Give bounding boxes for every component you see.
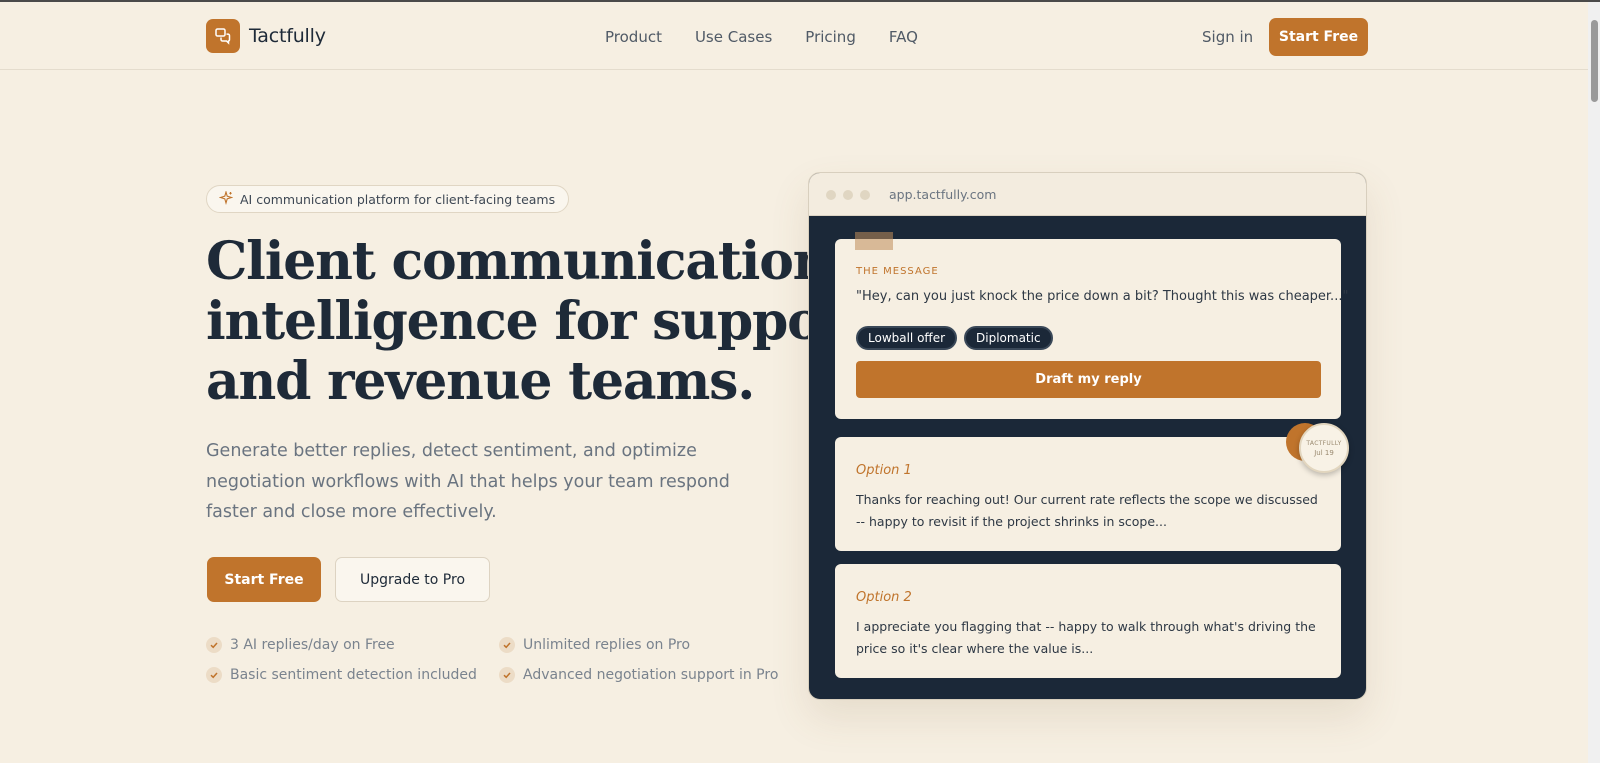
nav-links: Product Use Cases Pricing FAQ <box>605 28 918 46</box>
app-preview-window: app.tactfully.com THE MESSAGE "Hey, can … <box>808 172 1367 700</box>
window-dot <box>826 190 836 200</box>
headline-line-1: Client communication <box>206 231 830 292</box>
message-tags: Lowball offer Diplomatic <box>856 326 1053 350</box>
brand-name: Tactfully <box>249 25 326 47</box>
nav-start-free-button[interactable]: Start Free <box>1269 18 1368 56</box>
feature-text: Unlimited replies on Pro <box>523 637 691 653</box>
tag-lowball-offer[interactable]: Lowball offer <box>856 326 958 350</box>
stamp-brand: TACTFULLY <box>1306 439 1342 447</box>
reply-option-card[interactable]: Option 2 I appreciate you flagging that … <box>835 564 1341 678</box>
stamp-date: Jul 19 <box>1314 448 1334 457</box>
upgrade-to-pro-button[interactable]: Upgrade to Pro <box>335 557 490 602</box>
feature-text: 3 AI replies/day on Free <box>230 637 395 653</box>
window-dot <box>860 190 870 200</box>
nav-link-use-cases[interactable]: Use Cases <box>695 28 772 46</box>
headline-line-3: and revenue teams. <box>206 351 755 412</box>
feature-item: 3 AI replies/day on Free <box>206 637 395 653</box>
headline-line-2: intelligence for support <box>206 291 871 352</box>
nav-link-faq[interactable]: FAQ <box>889 28 918 46</box>
hero-badge-text: AI communication platform for client-fac… <box>240 191 556 207</box>
message-card: THE MESSAGE "Hey, can you just knock the… <box>835 232 1348 419</box>
nav-link-pricing[interactable]: Pricing <box>805 28 856 46</box>
check-icon <box>499 667 515 683</box>
sparkles-icon <box>218 189 234 209</box>
date-stamp: TACTFULLY Jul 19 <box>1299 423 1349 473</box>
hero-start-free-button[interactable]: Start Free <box>207 557 321 602</box>
feature-item: Unlimited replies on Pro <box>499 637 690 653</box>
hero-subtext: Generate better replies, detect sentimen… <box>206 441 730 522</box>
brand-logo[interactable]: Tactfully <box>206 19 326 53</box>
tape-decoration <box>855 232 893 250</box>
browser-url: app.tactfully.com <box>889 187 997 202</box>
check-icon <box>499 637 515 653</box>
feature-text: Advanced negotiation support in Pro <box>523 667 779 683</box>
check-icon <box>206 637 222 653</box>
hero-headline: Client communication intelligence for su… <box>206 231 871 412</box>
window-dot <box>843 190 853 200</box>
reply-option-card[interactable]: Option 1 Thanks for reaching out! Our cu… <box>835 437 1341 551</box>
scrollbar-thumb[interactable] <box>1591 20 1598 102</box>
sign-in-link[interactable]: Sign in <box>1202 28 1253 46</box>
scrollbar-track[interactable] <box>1588 2 1600 763</box>
option-text: I appreciate you flagging that -- happy … <box>856 619 1316 656</box>
feature-item: Advanced negotiation support in Pro <box>499 667 778 683</box>
nav-link-product[interactable]: Product <box>605 28 662 46</box>
check-icon <box>206 667 222 683</box>
top-navigation: Tactfully Product Use Cases Pricing FAQ … <box>0 2 1588 70</box>
message-label: THE MESSAGE <box>856 266 939 277</box>
feature-text: Basic sentiment detection included <box>230 667 477 683</box>
option-text: Thanks for reaching out! Our current rat… <box>856 492 1318 529</box>
chat-bubbles-icon <box>206 19 240 53</box>
draft-reply-button[interactable]: Draft my reply <box>856 361 1321 398</box>
option-label: Option 1 <box>856 463 912 478</box>
feature-item: Basic sentiment detection included <box>206 667 477 683</box>
tag-diplomatic[interactable]: Diplomatic <box>964 326 1053 350</box>
message-quote: "Hey, can you just knock the price down … <box>856 289 1349 304</box>
browser-bar: app.tactfully.com <box>809 173 1366 216</box>
option-label: Option 2 <box>856 590 912 605</box>
hero-badge: AI communication platform for client-fac… <box>206 185 570 213</box>
